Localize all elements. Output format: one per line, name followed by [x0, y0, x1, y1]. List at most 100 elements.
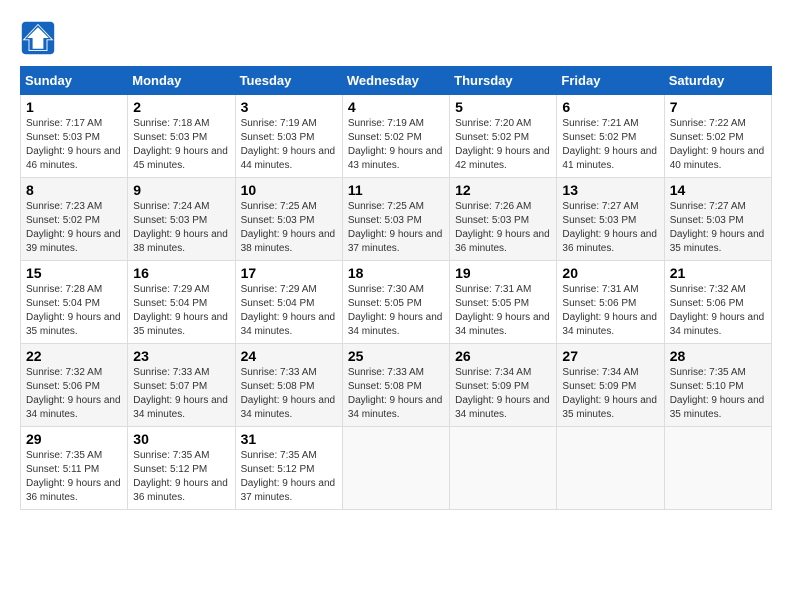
day-cell-18: 18 Sunrise: 7:30 AMSunset: 5:05 PMDaylig…	[342, 261, 449, 344]
day-number: 19	[455, 265, 551, 281]
day-number: 22	[26, 348, 122, 364]
day-content: Sunrise: 7:33 AMSunset: 5:08 PMDaylight:…	[348, 366, 444, 422]
day-cell-9: 9 Sunrise: 7:24 AMSunset: 5:03 PMDayligh…	[128, 178, 235, 261]
header-friday: Friday	[557, 67, 664, 95]
day-number: 7	[670, 99, 766, 115]
day-number: 16	[133, 265, 229, 281]
day-number: 3	[241, 99, 337, 115]
day-number: 14	[670, 182, 766, 198]
day-number: 17	[241, 265, 337, 281]
day-number: 26	[455, 348, 551, 364]
day-number: 18	[348, 265, 444, 281]
day-cell-17: 17 Sunrise: 7:29 AMSunset: 5:04 PMDaylig…	[235, 261, 342, 344]
day-number: 31	[241, 431, 337, 447]
day-cell-5: 5 Sunrise: 7:20 AMSunset: 5:02 PMDayligh…	[450, 95, 557, 178]
logo-icon	[20, 20, 56, 56]
day-cell-31: 31 Sunrise: 7:35 AMSunset: 5:12 PMDaylig…	[235, 427, 342, 510]
day-content: Sunrise: 7:20 AMSunset: 5:02 PMDaylight:…	[455, 117, 551, 173]
day-content: Sunrise: 7:35 AMSunset: 5:11 PMDaylight:…	[26, 449, 122, 505]
calendar-header-row: SundayMondayTuesdayWednesdayThursdayFrid…	[21, 67, 772, 95]
day-content: Sunrise: 7:22 AMSunset: 5:02 PMDaylight:…	[670, 117, 766, 173]
day-cell-27: 27 Sunrise: 7:34 AMSunset: 5:09 PMDaylig…	[557, 344, 664, 427]
header-thursday: Thursday	[450, 67, 557, 95]
day-number: 6	[562, 99, 658, 115]
calendar-row: 22 Sunrise: 7:32 AMSunset: 5:06 PMDaylig…	[21, 344, 772, 427]
day-number: 13	[562, 182, 658, 198]
day-cell-25: 25 Sunrise: 7:33 AMSunset: 5:08 PMDaylig…	[342, 344, 449, 427]
day-cell-30: 30 Sunrise: 7:35 AMSunset: 5:12 PMDaylig…	[128, 427, 235, 510]
calendar-row: 15 Sunrise: 7:28 AMSunset: 5:04 PMDaylig…	[21, 261, 772, 344]
empty-cell	[664, 427, 771, 510]
day-content: Sunrise: 7:19 AMSunset: 5:03 PMDaylight:…	[241, 117, 337, 173]
day-number: 11	[348, 182, 444, 198]
day-content: Sunrise: 7:23 AMSunset: 5:02 PMDaylight:…	[26, 200, 122, 256]
day-number: 27	[562, 348, 658, 364]
logo	[20, 20, 60, 56]
day-content: Sunrise: 7:32 AMSunset: 5:06 PMDaylight:…	[670, 283, 766, 339]
day-content: Sunrise: 7:35 AMSunset: 5:12 PMDaylight:…	[241, 449, 337, 505]
day-cell-13: 13 Sunrise: 7:27 AMSunset: 5:03 PMDaylig…	[557, 178, 664, 261]
calendar-row: 1 Sunrise: 7:17 AMSunset: 5:03 PMDayligh…	[21, 95, 772, 178]
day-number: 30	[133, 431, 229, 447]
day-content: Sunrise: 7:28 AMSunset: 5:04 PMDaylight:…	[26, 283, 122, 339]
day-cell-15: 15 Sunrise: 7:28 AMSunset: 5:04 PMDaylig…	[21, 261, 128, 344]
calendar-table: SundayMondayTuesdayWednesdayThursdayFrid…	[20, 66, 772, 510]
day-cell-6: 6 Sunrise: 7:21 AMSunset: 5:02 PMDayligh…	[557, 95, 664, 178]
day-content: Sunrise: 7:31 AMSunset: 5:06 PMDaylight:…	[562, 283, 658, 339]
day-content: Sunrise: 7:34 AMSunset: 5:09 PMDaylight:…	[455, 366, 551, 422]
day-content: Sunrise: 7:31 AMSunset: 5:05 PMDaylight:…	[455, 283, 551, 339]
header-monday: Monday	[128, 67, 235, 95]
day-cell-26: 26 Sunrise: 7:34 AMSunset: 5:09 PMDaylig…	[450, 344, 557, 427]
day-content: Sunrise: 7:18 AMSunset: 5:03 PMDaylight:…	[133, 117, 229, 173]
day-number: 8	[26, 182, 122, 198]
day-cell-14: 14 Sunrise: 7:27 AMSunset: 5:03 PMDaylig…	[664, 178, 771, 261]
day-cell-1: 1 Sunrise: 7:17 AMSunset: 5:03 PMDayligh…	[21, 95, 128, 178]
day-content: Sunrise: 7:25 AMSunset: 5:03 PMDaylight:…	[241, 200, 337, 256]
day-cell-12: 12 Sunrise: 7:26 AMSunset: 5:03 PMDaylig…	[450, 178, 557, 261]
day-number: 15	[26, 265, 122, 281]
day-content: Sunrise: 7:27 AMSunset: 5:03 PMDaylight:…	[670, 200, 766, 256]
day-cell-22: 22 Sunrise: 7:32 AMSunset: 5:06 PMDaylig…	[21, 344, 128, 427]
header-saturday: Saturday	[664, 67, 771, 95]
day-content: Sunrise: 7:29 AMSunset: 5:04 PMDaylight:…	[133, 283, 229, 339]
header-wednesday: Wednesday	[342, 67, 449, 95]
header-tuesday: Tuesday	[235, 67, 342, 95]
calendar-row: 29 Sunrise: 7:35 AMSunset: 5:11 PMDaylig…	[21, 427, 772, 510]
day-cell-24: 24 Sunrise: 7:33 AMSunset: 5:08 PMDaylig…	[235, 344, 342, 427]
day-content: Sunrise: 7:19 AMSunset: 5:02 PMDaylight:…	[348, 117, 444, 173]
day-content: Sunrise: 7:35 AMSunset: 5:12 PMDaylight:…	[133, 449, 229, 505]
day-cell-28: 28 Sunrise: 7:35 AMSunset: 5:10 PMDaylig…	[664, 344, 771, 427]
day-content: Sunrise: 7:24 AMSunset: 5:03 PMDaylight:…	[133, 200, 229, 256]
day-cell-21: 21 Sunrise: 7:32 AMSunset: 5:06 PMDaylig…	[664, 261, 771, 344]
day-number: 10	[241, 182, 337, 198]
day-cell-11: 11 Sunrise: 7:25 AMSunset: 5:03 PMDaylig…	[342, 178, 449, 261]
day-cell-20: 20 Sunrise: 7:31 AMSunset: 5:06 PMDaylig…	[557, 261, 664, 344]
day-cell-10: 10 Sunrise: 7:25 AMSunset: 5:03 PMDaylig…	[235, 178, 342, 261]
day-number: 24	[241, 348, 337, 364]
day-content: Sunrise: 7:26 AMSunset: 5:03 PMDaylight:…	[455, 200, 551, 256]
day-number: 4	[348, 99, 444, 115]
page-header	[20, 20, 772, 56]
day-number: 9	[133, 182, 229, 198]
day-content: Sunrise: 7:33 AMSunset: 5:08 PMDaylight:…	[241, 366, 337, 422]
day-cell-16: 16 Sunrise: 7:29 AMSunset: 5:04 PMDaylig…	[128, 261, 235, 344]
day-number: 2	[133, 99, 229, 115]
day-cell-29: 29 Sunrise: 7:35 AMSunset: 5:11 PMDaylig…	[21, 427, 128, 510]
day-number: 29	[26, 431, 122, 447]
day-cell-8: 8 Sunrise: 7:23 AMSunset: 5:02 PMDayligh…	[21, 178, 128, 261]
day-content: Sunrise: 7:30 AMSunset: 5:05 PMDaylight:…	[348, 283, 444, 339]
day-number: 21	[670, 265, 766, 281]
day-content: Sunrise: 7:29 AMSunset: 5:04 PMDaylight:…	[241, 283, 337, 339]
day-cell-19: 19 Sunrise: 7:31 AMSunset: 5:05 PMDaylig…	[450, 261, 557, 344]
day-number: 25	[348, 348, 444, 364]
day-content: Sunrise: 7:32 AMSunset: 5:06 PMDaylight:…	[26, 366, 122, 422]
day-number: 5	[455, 99, 551, 115]
empty-cell	[557, 427, 664, 510]
day-cell-2: 2 Sunrise: 7:18 AMSunset: 5:03 PMDayligh…	[128, 95, 235, 178]
day-cell-3: 3 Sunrise: 7:19 AMSunset: 5:03 PMDayligh…	[235, 95, 342, 178]
empty-cell	[450, 427, 557, 510]
day-content: Sunrise: 7:17 AMSunset: 5:03 PMDaylight:…	[26, 117, 122, 173]
day-content: Sunrise: 7:33 AMSunset: 5:07 PMDaylight:…	[133, 366, 229, 422]
day-cell-23: 23 Sunrise: 7:33 AMSunset: 5:07 PMDaylig…	[128, 344, 235, 427]
day-number: 20	[562, 265, 658, 281]
